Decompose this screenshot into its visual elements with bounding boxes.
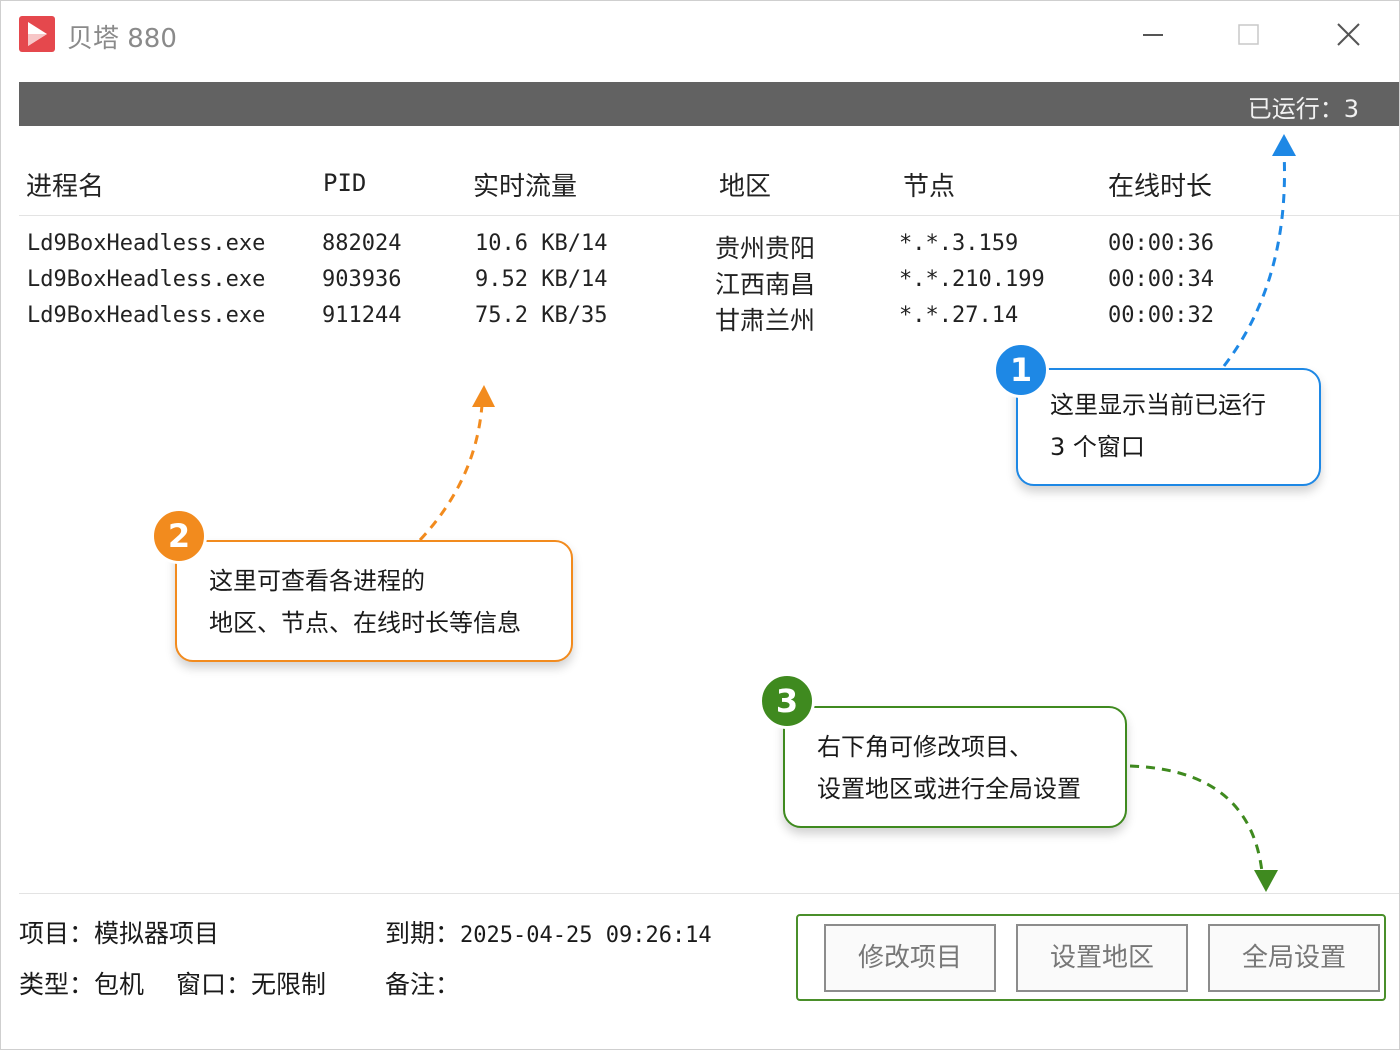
arrow-3-head <box>1254 870 1278 892</box>
badge-2: 2 <box>151 508 207 564</box>
callout-text: 这里可查看各进程的 <box>209 567 425 595</box>
badge-1: 1 <box>993 342 1049 398</box>
callout-text: 3 个窗口 <box>1050 433 1145 461</box>
callout-text: 设置地区或进行全局设置 <box>817 775 1081 803</box>
arrow-2 <box>418 404 484 542</box>
arrow-2-head <box>472 385 495 407</box>
callout-text: 右下角可修改项目、 <box>817 733 1033 761</box>
callout-process-info: 这里可查看各进程的 地区、节点、在线时长等信息 <box>175 540 573 662</box>
arrow-3 <box>1129 764 1264 873</box>
callout-bottom-buttons: 右下角可修改项目、 设置地区或进行全局设置 <box>783 706 1127 828</box>
callout-text: 这里显示当前已运行 <box>1050 391 1266 419</box>
callout-running-count: 这里显示当前已运行 3 个窗口 <box>1016 368 1321 486</box>
annotation-arrows <box>418 134 1296 892</box>
callout-text: 地区、节点、在线时长等信息 <box>209 609 521 637</box>
arrow-1 <box>1222 151 1286 367</box>
badge-3: 3 <box>759 673 815 729</box>
arrow-1-head <box>1272 134 1296 156</box>
